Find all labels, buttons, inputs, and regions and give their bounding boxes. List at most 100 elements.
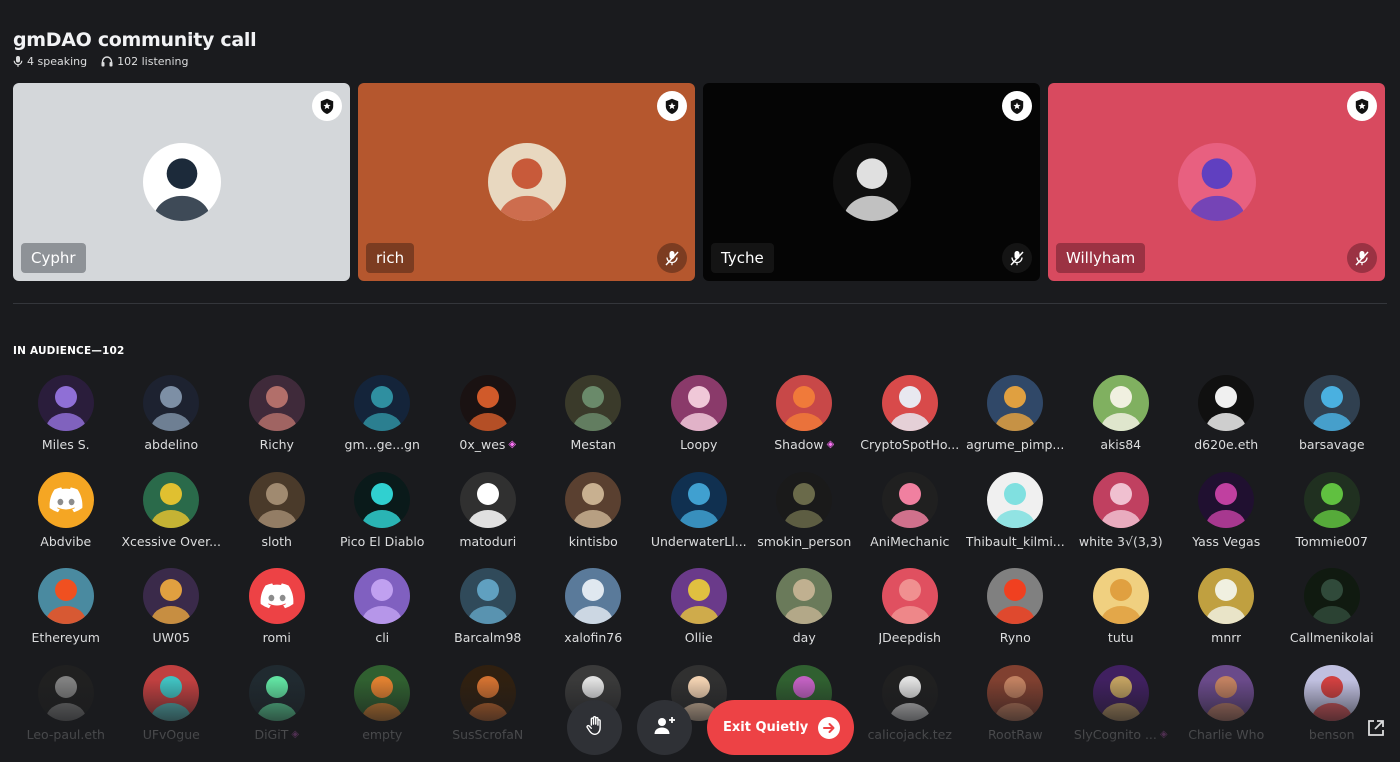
member-name: Abdvibe [40,533,92,549]
member-name-row: Callmenikolai [1290,630,1374,645]
member-name-row: Ollie [685,630,713,645]
member-name-row: Loopy [680,437,717,452]
speaker-avatar [1177,143,1256,221]
member-name: Shadow [774,437,824,452]
stage-controls: Exit Quietly [567,700,855,755]
audience-member[interactable]: xalofin76 [541,568,647,665]
audience-member[interactable]: empty [330,664,436,762]
member-name-row: agrume_pimp... [966,437,1064,452]
audience-member[interactable]: akis84 [1068,375,1174,472]
speaker-tile[interactable]: Tyche [703,83,1040,281]
member-avatar [459,568,516,624]
audience-member[interactable]: Callmenikolai [1279,568,1385,665]
member-name-row: JDeepdish [879,630,941,645]
audience-member[interactable]: smokin_person [752,471,858,569]
audience-member[interactable]: day [752,568,858,665]
audience-member[interactable]: Shadow ◈ [752,375,858,472]
audience-member[interactable]: gm...ge...gn [330,375,436,472]
audience-member[interactable]: romi [224,568,330,665]
member-name-row: AniMechanic [870,534,949,549]
audience-member[interactable]: white 3√(3,3) [1068,471,1174,569]
listening-count: 102 listening [117,55,189,68]
audience-member[interactable]: UW05 [119,568,225,665]
audience-member[interactable]: CryptoSpotHo... [857,375,963,472]
member-avatar [1092,471,1149,528]
audience-member[interactable]: DiGiT ◈ [224,664,330,762]
audience-member[interactable]: Miles S. [13,375,119,472]
audience-member[interactable]: barsavage [1279,375,1385,472]
audience-member[interactable]: RootRaw [963,664,1069,762]
audience-member[interactable]: Abdvibe [13,471,119,569]
audience-member[interactable]: Ryno [963,568,1069,665]
channel-header: gmDAO community call 4 speaking 102 list… [13,29,257,68]
member-name: Pico El Diablo [340,533,425,549]
member-avatar [1092,664,1149,721]
member-avatar [37,375,94,431]
audience-member[interactable]: Pico El Diablo [330,471,436,569]
audience-member[interactable]: Barcalm98 [435,568,541,665]
member-avatar [37,471,94,528]
member-avatar [143,471,200,528]
member-name-row: Ethereyum [32,630,100,645]
audience-member[interactable]: Richy [224,375,330,472]
audience-member[interactable]: Ollie [646,568,752,665]
audience-member[interactable]: cli [330,568,436,665]
audience-member[interactable]: Yass Vegas [1174,471,1280,569]
audience-member[interactable]: Xcessive Over... [119,471,225,569]
audience-member[interactable]: matoduri [435,471,541,569]
member-name-row: Miles S. [42,437,90,452]
stage-moderator-icon [1002,91,1032,121]
speaker-tile[interactable]: rich [358,83,695,281]
muted-microphone-icon [1002,243,1032,273]
speaker-name: Cyphr [21,243,86,273]
audience-member[interactable]: Loopy [646,375,752,472]
member-avatar [1303,471,1360,528]
server-boost-icon: ◈ [508,439,517,450]
stage-moderator-icon [657,91,687,121]
audience-member[interactable]: JDeepdish [857,568,963,665]
member-avatar [459,375,516,431]
audience-member[interactable]: benson [1279,664,1385,762]
audience-member[interactable]: agrume_pimp... [963,375,1069,472]
audience-member[interactable]: SusScrofaN [435,664,541,762]
speaker-tile[interactable]: Willyham [1048,83,1385,281]
exit-quietly-label: Exit Quietly [723,720,809,735]
member-name-row: SusScrofaN [452,727,523,742]
audience-member[interactable]: Ethereyum [13,568,119,665]
audience-member[interactable]: UnderwaterLl... [646,471,752,569]
audience-member[interactable]: Charlie Who [1174,664,1280,762]
member-avatar [987,375,1044,431]
audience-member[interactable]: 0x_wes ◈ [435,375,541,472]
member-name: Callmenikolai [1289,630,1374,645]
audience-member[interactable]: Mestan [541,375,647,472]
member-name-row: cli [375,630,389,645]
member-name: Charlie Who [1188,726,1265,742]
speaker-tile[interactable]: Cyphr [13,83,350,281]
member-avatar [1303,568,1360,624]
exit-quietly-button[interactable]: Exit Quietly [707,700,855,755]
audience-member[interactable]: AniMechanic [857,471,963,569]
audience-member[interactable]: mnrr [1174,568,1280,665]
member-name-row: benson [1309,727,1355,742]
audience-member[interactable]: Leo-paul.eth [13,664,119,762]
channel-title: gmDAO community call [13,29,257,51]
member-name-row: Richy [260,437,294,452]
audience-member[interactable]: Tommie007 [1279,471,1385,569]
raise-hand-button[interactable] [567,700,622,755]
audience-member[interactable]: Thibault_kilmi... [963,471,1069,569]
member-name: mnrr [1211,630,1242,645]
audience-member[interactable]: sloth [224,471,330,569]
audience-member[interactable]: SlyCognito ... ◈ [1068,664,1174,762]
audience-member[interactable]: abdelino [119,375,225,472]
member-avatar [881,471,938,528]
popout-button[interactable] [1366,718,1386,742]
member-avatar [459,471,516,528]
invite-button[interactable] [637,700,692,755]
member-name-row: white 3√(3,3) [1079,534,1163,549]
audience-member[interactable]: d620e.eth [1174,375,1280,472]
audience-member[interactable]: tutu [1068,568,1174,665]
audience-member[interactable]: UFvOgue [119,664,225,762]
audience-member[interactable]: calicojack.tez [857,664,963,762]
audience-member[interactable]: kintisbo [541,471,647,569]
stage-moderator-icon [312,91,342,121]
